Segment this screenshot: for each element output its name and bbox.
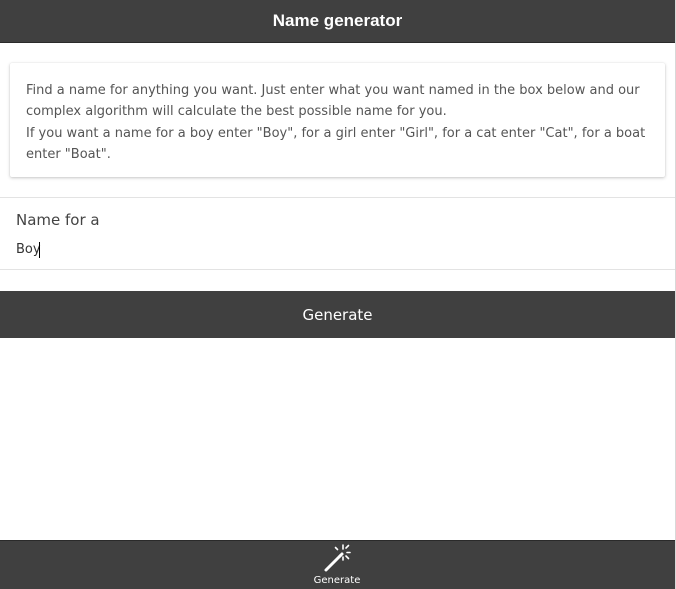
- info-text-intro: Find a name for anything you want. Just …: [26, 83, 640, 119]
- generate-button-label: Generate: [302, 305, 373, 324]
- generate-button[interactable]: Generate: [0, 291, 675, 338]
- page-title: Name generator: [272, 11, 403, 30]
- app-header: Name generator: [0, 0, 675, 43]
- bottom-navigation: Generate: [0, 540, 675, 589]
- name-for-label: Name for a: [16, 211, 100, 229]
- bottom-nav-generate[interactable]: Generate: [307, 541, 367, 589]
- info-card: Find a name for anything you want. Just …: [10, 63, 665, 177]
- app-window: Name generator Find a name for anything …: [0, 0, 676, 589]
- magic-wand-icon: [324, 544, 351, 572]
- bottom-nav-generate-label: Generate: [313, 575, 361, 586]
- name-for-input[interactable]: [16, 238, 656, 260]
- text-cursor: [39, 242, 40, 258]
- info-text-examples: If you want a name for a boy enter "Boy"…: [26, 126, 646, 162]
- name-for-field: Name for a: [0, 197, 675, 270]
